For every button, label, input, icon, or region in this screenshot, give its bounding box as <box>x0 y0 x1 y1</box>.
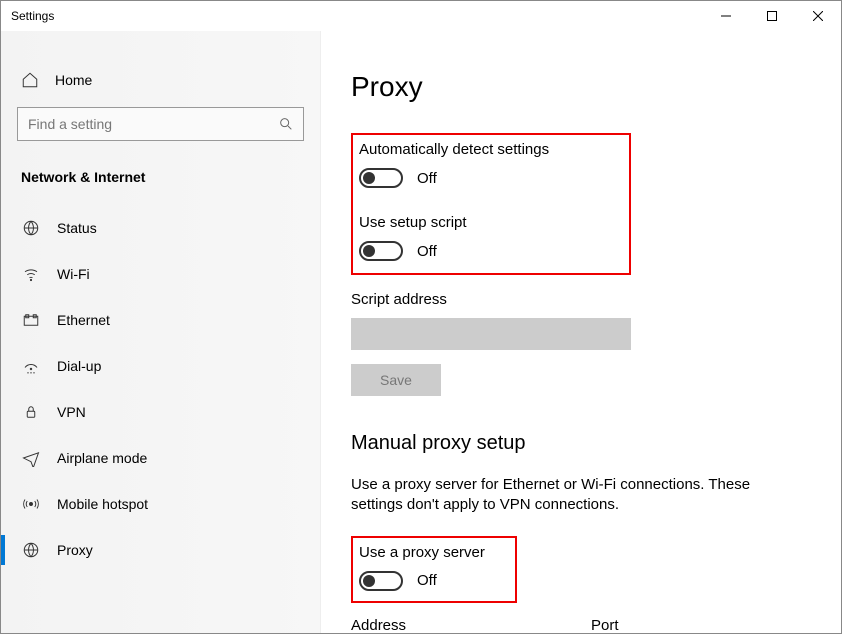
search-input[interactable] <box>17 107 304 141</box>
auto-detect-group: Automatically detect settings Off <box>359 141 549 188</box>
auto-detect-toggle-row: Off <box>359 168 549 188</box>
manual-desc: Use a proxy server for Ethernet or Wi-Fi… <box>351 475 791 516</box>
script-address-input[interactable] <box>351 318 631 350</box>
setup-script-toggle-row: Off <box>359 241 549 261</box>
sidebar-item-ethernet[interactable]: Ethernet <box>1 297 320 343</box>
ethernet-icon <box>21 311 41 329</box>
close-button[interactable] <box>795 1 841 31</box>
window-controls <box>703 1 841 31</box>
sidebar: Home Network & Internet Status Wi-Fi Eth… <box>1 31 321 633</box>
window-title: Settings <box>1 9 54 23</box>
home-icon <box>21 71 41 89</box>
sidebar-item-label: Airplane mode <box>57 450 147 466</box>
setup-script-state: Off <box>417 243 437 260</box>
wifi-icon <box>21 265 41 283</box>
settings-window: Settings Home Network & Internet Status <box>0 0 842 634</box>
use-proxy-toggle[interactable] <box>359 571 403 591</box>
proxy-icon <box>21 541 41 559</box>
save-button[interactable]: Save <box>351 364 441 396</box>
use-proxy-label: Use a proxy server <box>359 544 485 561</box>
sidebar-item-wifi[interactable]: Wi-Fi <box>1 251 320 297</box>
setup-script-group: Use setup script Off <box>359 214 549 261</box>
highlight-proxy-section: Use a proxy server Off <box>351 536 517 603</box>
setup-script-label: Use setup script <box>359 214 549 231</box>
sidebar-item-label: Dial-up <box>57 358 101 374</box>
port-col: Port <box>591 617 671 634</box>
window-body: Home Network & Internet Status Wi-Fi Eth… <box>1 31 841 633</box>
script-address-label: Script address <box>351 291 811 308</box>
airplane-icon <box>21 449 41 467</box>
auto-detect-toggle[interactable] <box>359 168 403 188</box>
sidebar-item-dialup[interactable]: Dial-up <box>1 343 320 389</box>
home-button[interactable]: Home <box>1 71 320 107</box>
address-label: Address <box>351 617 521 634</box>
sidebar-item-vpn[interactable]: VPN <box>1 389 320 435</box>
maximize-button[interactable] <box>749 1 795 31</box>
auto-detect-state: Off <box>417 170 437 187</box>
use-proxy-state: Off <box>417 572 437 589</box>
sidebar-item-label: Mobile hotspot <box>57 496 148 512</box>
setup-script-toggle[interactable] <box>359 241 403 261</box>
address-col: Address <box>351 617 521 634</box>
sidebar-item-label: Ethernet <box>57 312 110 328</box>
page-title: Proxy <box>351 71 811 103</box>
home-label: Home <box>55 72 92 88</box>
hotspot-icon <box>21 495 41 513</box>
use-proxy-toggle-row: Off <box>359 571 485 591</box>
highlight-auto-section: Automatically detect settings Off Use se… <box>351 133 631 275</box>
dialup-icon <box>21 357 41 375</box>
titlebar: Settings <box>1 1 841 31</box>
sidebar-item-hotspot[interactable]: Mobile hotspot <box>1 481 320 527</box>
search-icon <box>278 116 294 137</box>
address-port-row: Address Port <box>351 617 811 634</box>
status-icon <box>21 219 41 237</box>
sidebar-item-label: Wi-Fi <box>57 266 90 282</box>
manual-heading: Manual proxy setup <box>351 432 811 455</box>
sidebar-item-proxy[interactable]: Proxy <box>1 527 320 573</box>
auto-detect-label: Automatically detect settings <box>359 141 549 158</box>
vpn-icon <box>21 403 41 421</box>
section-title: Network & Internet <box>1 169 320 205</box>
port-label: Port <box>591 617 671 634</box>
sidebar-item-label: Proxy <box>57 542 93 558</box>
sidebar-item-label: VPN <box>57 404 86 420</box>
minimize-button[interactable] <box>703 1 749 31</box>
sidebar-item-airplane[interactable]: Airplane mode <box>1 435 320 481</box>
sidebar-item-status[interactable]: Status <box>1 205 320 251</box>
sidebar-item-label: Status <box>57 220 97 236</box>
search-wrap <box>17 107 304 141</box>
main-content: Proxy Automatically detect settings Off … <box>321 31 841 633</box>
